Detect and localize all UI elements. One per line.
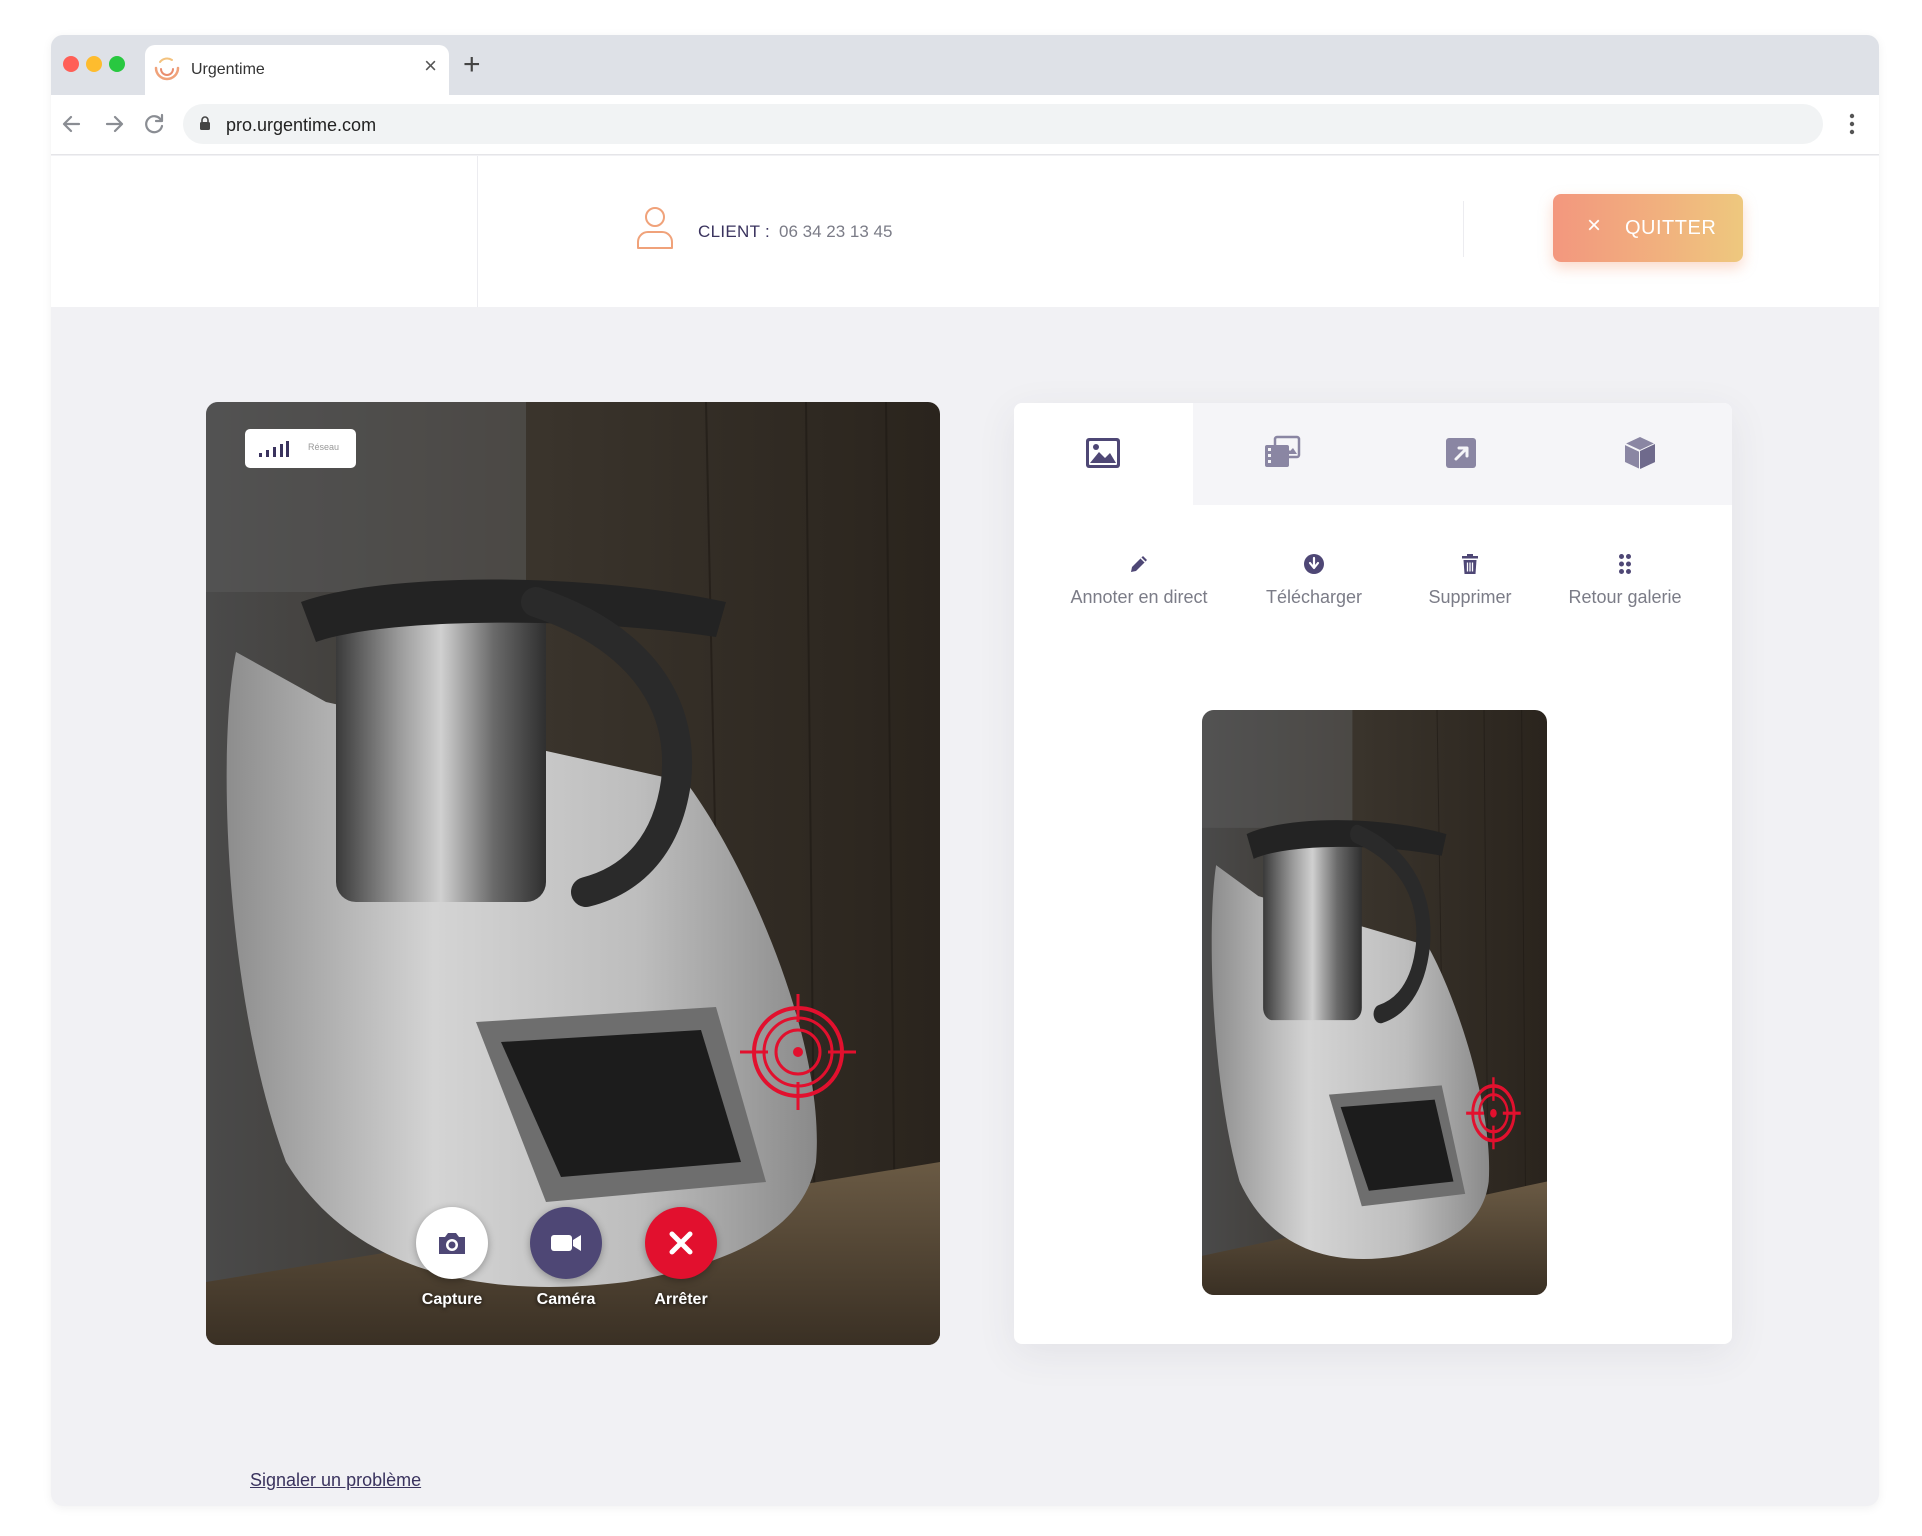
quit-label: QUITTER <box>1625 217 1717 239</box>
tab-close-icon[interactable]: × <box>424 55 437 77</box>
download-label: Télécharger <box>1265 587 1363 607</box>
lock-icon <box>200 116 210 130</box>
trash-icon <box>1462 554 1478 574</box>
user-icon <box>637 207 673 249</box>
close-icon: × <box>1587 212 1602 239</box>
capture-button[interactable] <box>416 1207 488 1279</box>
gallery-icon <box>1265 435 1301 467</box>
tab-gallery[interactable] <box>1193 403 1372 505</box>
panel-tabs <box>1014 403 1732 505</box>
capture-panel: Annoter en direct Télécharger Supprimer <box>1014 403 1732 1344</box>
delete-button[interactable]: Supprimer <box>1415 553 1525 608</box>
stop-button[interactable] <box>645 1207 717 1279</box>
captured-image-preview[interactable] <box>1202 710 1547 1295</box>
signal-strength-icon <box>259 441 289 457</box>
download-icon <box>1304 554 1324 574</box>
network-indicator: Réseau <box>245 429 356 468</box>
back-to-gallery-button[interactable]: Retour galerie <box>1560 553 1690 608</box>
forward-arrow-icon[interactable] <box>101 111 127 137</box>
network-label: Réseau <box>308 442 340 452</box>
video-frame-image <box>206 402 940 1345</box>
stop-control[interactable]: Arrêter <box>641 1207 721 1309</box>
cube-icon <box>1624 437 1656 469</box>
annotate-live-label: Annoter en direct <box>1070 587 1208 607</box>
app-header: CLIENT : 06 34 23 13 45 × QUITTER <box>51 156 1879 307</box>
capture-control[interactable]: Capture <box>412 1207 492 1309</box>
browser-menu-icon[interactable] <box>1849 113 1855 135</box>
annotate-live-button[interactable]: Annoter en direct <box>1064 553 1214 608</box>
video-camera-icon <box>551 1235 581 1251</box>
stop-label: Arrêter <box>654 1291 708 1308</box>
target-crosshair-icon <box>740 994 856 1110</box>
camera-toggle-button[interactable] <box>530 1207 602 1279</box>
browser-address-bar: pro.urgentime.com <box>51 95 1879 155</box>
maximize-window-button[interactable] <box>109 56 125 72</box>
minimize-window-button[interactable] <box>86 56 102 72</box>
captured-image <box>1202 710 1547 1295</box>
header-divider <box>477 156 478 307</box>
client-phone: 06 34 23 13 45 <box>779 222 893 241</box>
new-tab-button[interactable]: + <box>463 50 481 80</box>
camera-control[interactable]: Caméra <box>526 1207 606 1309</box>
browser-tab[interactable]: Urgentime × <box>145 45 449 95</box>
quit-button[interactable]: × QUITTER <box>1553 194 1743 262</box>
url-text: pro.urgentime.com <box>226 115 377 135</box>
browser-window: Urgentime × + pro.urgentime.com CLIENT:… <box>51 35 1879 1506</box>
image-actions: Annoter en direct Télécharger Supprimer <box>1014 553 1732 623</box>
share-icon <box>1446 438 1476 468</box>
image-icon <box>1086 438 1120 468</box>
live-video-feed[interactable]: Réseau Capture Caméra Arrêter <box>206 402 940 1345</box>
back-to-gallery-label: Retour galerie <box>1568 587 1682 607</box>
urgentime-logo-icon <box>154 57 180 81</box>
tab-share[interactable] <box>1372 403 1551 505</box>
pencil-icon <box>1131 556 1147 572</box>
tab-3d-object[interactable] <box>1551 403 1730 505</box>
client-label: CLIENT : <box>698 222 770 241</box>
delete-label: Supprimer <box>1428 587 1512 607</box>
tab-image[interactable] <box>1014 403 1193 505</box>
grid-icon <box>1619 554 1631 574</box>
header-divider-right <box>1463 201 1464 257</box>
reload-icon[interactable] <box>141 111 167 137</box>
camera-label: Caméra <box>536 1291 596 1308</box>
capture-label: Capture <box>421 1291 483 1308</box>
url-bar[interactable]: pro.urgentime.com <box>183 104 1823 144</box>
download-button[interactable]: Télécharger <box>1259 553 1369 608</box>
camera-icon <box>439 1233 465 1254</box>
close-icon <box>669 1231 693 1255</box>
report-problem-link[interactable]: Signaler un problème <box>250 1470 421 1491</box>
browser-tab-bar: Urgentime × + <box>51 35 1879 95</box>
tab-title: Urgentime <box>191 61 265 78</box>
close-window-button[interactable] <box>63 56 79 72</box>
back-arrow-icon[interactable] <box>59 111 85 137</box>
